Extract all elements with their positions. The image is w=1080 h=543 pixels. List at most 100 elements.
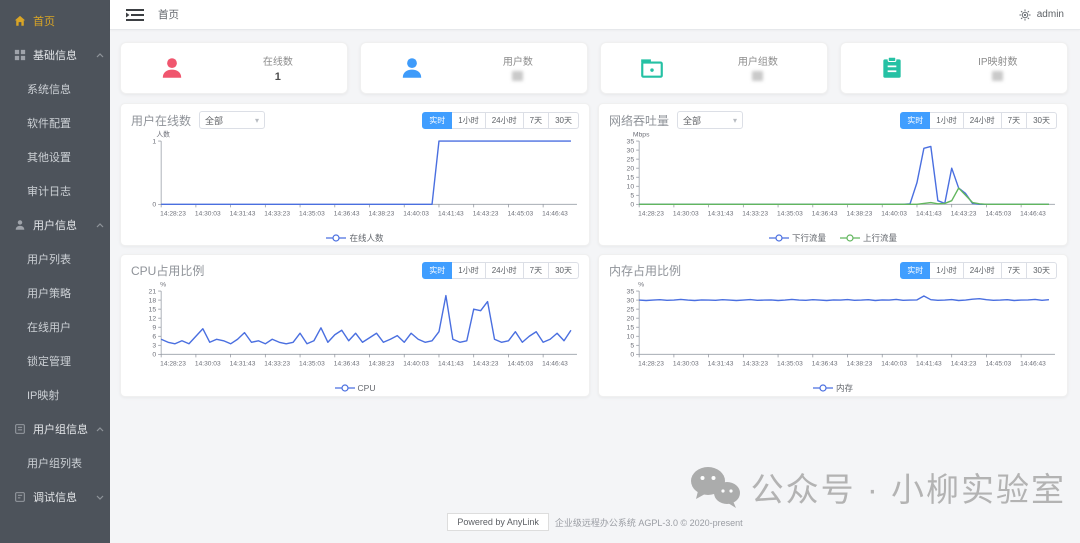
- chart-title: CPU占用比例: [131, 262, 204, 279]
- time-filter-realtime[interactable]: 实时: [900, 262, 930, 279]
- time-filter-7d[interactable]: 7天: [524, 262, 549, 279]
- time-filter-1h[interactable]: 1小时: [452, 112, 485, 129]
- time-filter-24h[interactable]: 24小时: [964, 112, 1002, 129]
- sidebar-item-user-policy[interactable]: 用户策略: [0, 276, 110, 310]
- chevron-up-icon: [96, 53, 104, 58]
- time-filter-realtime[interactable]: 实时: [900, 112, 930, 129]
- chart-canvas: 人数0114:28:2314:30:0314:31:4314:33:2314:3…: [131, 129, 579, 225]
- svg-text:14:30:03: 14:30:03: [195, 210, 221, 217]
- sidebar-item-software-config[interactable]: 软件配置: [0, 106, 110, 140]
- sidebar-item-user-group-list[interactable]: 用户组列表: [0, 446, 110, 480]
- svg-text:15: 15: [149, 307, 157, 314]
- legend-item[interactable]: CPU: [335, 383, 376, 393]
- svg-text:14:28:23: 14:28:23: [160, 360, 186, 367]
- chevron-up-icon: [96, 427, 104, 432]
- chart-card-cpu-usage: CPU占用比例 实时 1小时 24小时 7天 30天 %036912151821…: [120, 254, 590, 397]
- svg-text:14:30:03: 14:30:03: [195, 360, 221, 367]
- sidebar-item-home[interactable]: 首页: [0, 4, 110, 38]
- svg-text:%: %: [160, 282, 166, 289]
- cpu-usage-chart: %03691215182114:28:2314:30:0314:31:4314:…: [131, 279, 579, 395]
- svg-text:14:38:23: 14:38:23: [369, 210, 395, 217]
- time-filter-1h[interactable]: 1小时: [930, 262, 963, 279]
- sidebar-item-online-users[interactable]: 在线用户: [0, 310, 110, 344]
- time-filter-7d[interactable]: 7天: [524, 112, 549, 129]
- sidebar-item-user-list[interactable]: 用户列表: [0, 242, 110, 276]
- chart-title: 用户在线数: [131, 112, 191, 129]
- legend-marker-icon: [769, 233, 789, 243]
- svg-text:30: 30: [627, 298, 635, 305]
- chart-legend[interactable]: 在线人数: [131, 230, 579, 245]
- sidebar-item-user-group-info[interactable]: 用户组信息: [0, 412, 110, 446]
- chart-legend[interactable]: 下行流量 上行流量: [609, 230, 1057, 245]
- series-select[interactable]: 全部▾: [677, 111, 743, 129]
- sidebar-item-debug-info[interactable]: 调试信息: [0, 480, 110, 514]
- series-select[interactable]: 全部▾: [199, 111, 265, 129]
- svg-text:15: 15: [627, 175, 635, 182]
- svg-text:14:33:23: 14:33:23: [264, 210, 290, 217]
- svg-text:14:30:03: 14:30:03: [673, 210, 699, 217]
- svg-text:14:46:43: 14:46:43: [542, 210, 568, 217]
- time-filter-7d[interactable]: 7天: [1002, 112, 1027, 129]
- svg-text:5: 5: [630, 193, 634, 200]
- sidebar-item-label: 基础信息: [33, 47, 77, 63]
- time-filter-group: 实时 1小时 24小时 7天 30天: [422, 262, 579, 279]
- main-area: 首页 admin 在线数 1 用户数: [110, 0, 1080, 543]
- svg-text:14:40:03: 14:40:03: [881, 210, 907, 217]
- svg-text:14:33:23: 14:33:23: [742, 360, 768, 367]
- svg-text:14:41:43: 14:41:43: [916, 210, 942, 217]
- svg-text:14:41:43: 14:41:43: [438, 210, 464, 217]
- time-filter-24h[interactable]: 24小时: [486, 262, 524, 279]
- svg-text:35: 35: [627, 288, 635, 295]
- user-icon: [399, 55, 425, 81]
- time-filter-1h[interactable]: 1小时: [452, 262, 485, 279]
- svg-text:14:28:23: 14:28:23: [638, 210, 664, 217]
- hamburger-menu-icon[interactable]: [126, 8, 144, 22]
- svg-text:14:45:03: 14:45:03: [985, 360, 1011, 367]
- svg-text:0: 0: [152, 202, 156, 209]
- chart-canvas: %0510152025303514:28:2314:30:0314:31:431…: [609, 279, 1057, 375]
- user-icon: [159, 55, 185, 81]
- legend-marker-icon: [840, 233, 860, 243]
- time-filter-1h[interactable]: 1小时: [930, 112, 963, 129]
- sidebar-item-system-info[interactable]: 系统信息: [0, 72, 110, 106]
- legend-item[interactable]: 在线人数: [326, 232, 383, 244]
- legend-item[interactable]: 下行流量: [769, 232, 826, 244]
- stat-cards-row: 在线数 1 用户数 用户组数: [120, 42, 1068, 94]
- sidebar-item-audit-log[interactable]: 审计日志: [0, 174, 110, 208]
- time-filter-24h[interactable]: 24小时: [486, 112, 524, 129]
- time-filter-30d[interactable]: 30天: [549, 262, 579, 279]
- legend-item[interactable]: 内存: [813, 382, 853, 394]
- svg-text:14:36:43: 14:36:43: [334, 360, 360, 367]
- svg-text:14:43:23: 14:43:23: [951, 360, 977, 367]
- time-filter-7d[interactable]: 7天: [1002, 262, 1027, 279]
- gear-icon[interactable]: [1019, 9, 1031, 21]
- svg-text:25: 25: [627, 307, 635, 314]
- sidebar-item-ip-mapping[interactable]: IP映射: [0, 378, 110, 412]
- sidebar-item-basic-info[interactable]: 基础信息: [0, 38, 110, 72]
- time-filter-24h[interactable]: 24小时: [964, 262, 1002, 279]
- username[interactable]: admin: [1037, 9, 1064, 20]
- stat-label: 在线数: [223, 53, 333, 68]
- sidebar-item-user-info[interactable]: 用户信息: [0, 208, 110, 242]
- sidebar-item-other-settings[interactable]: 其他设置: [0, 140, 110, 174]
- chart-title: 内存占用比例: [609, 262, 681, 279]
- time-filter-30d[interactable]: 30天: [549, 112, 579, 129]
- sidebar-item-lock-management[interactable]: 锁定管理: [0, 344, 110, 378]
- svg-text:3: 3: [152, 343, 156, 350]
- chart-canvas: %03691215182114:28:2314:30:0314:31:4314:…: [131, 279, 579, 375]
- time-filter-realtime[interactable]: 实时: [422, 262, 452, 279]
- svg-text:14:40:03: 14:40:03: [403, 210, 429, 217]
- breadcrumb[interactable]: 首页: [158, 7, 179, 22]
- chevron-down-icon: [96, 495, 104, 500]
- time-filter-30d[interactable]: 30天: [1027, 262, 1057, 279]
- chart-title: 网络吞吐量: [609, 112, 669, 129]
- time-filter-realtime[interactable]: 实时: [422, 112, 452, 129]
- svg-text:14:40:03: 14:40:03: [403, 360, 429, 367]
- chart-card-network-throughput: 网络吞吐量 全部▾ 实时 1小时 24小时 7天 30天 Mbps0510152…: [598, 103, 1068, 246]
- chart-legend[interactable]: 内存: [609, 380, 1057, 395]
- legend-item[interactable]: 上行流量: [840, 232, 897, 244]
- svg-text:14:36:43: 14:36:43: [812, 210, 838, 217]
- time-filter-30d[interactable]: 30天: [1027, 112, 1057, 129]
- svg-text:0: 0: [630, 202, 634, 209]
- chart-legend[interactable]: CPU: [131, 380, 579, 395]
